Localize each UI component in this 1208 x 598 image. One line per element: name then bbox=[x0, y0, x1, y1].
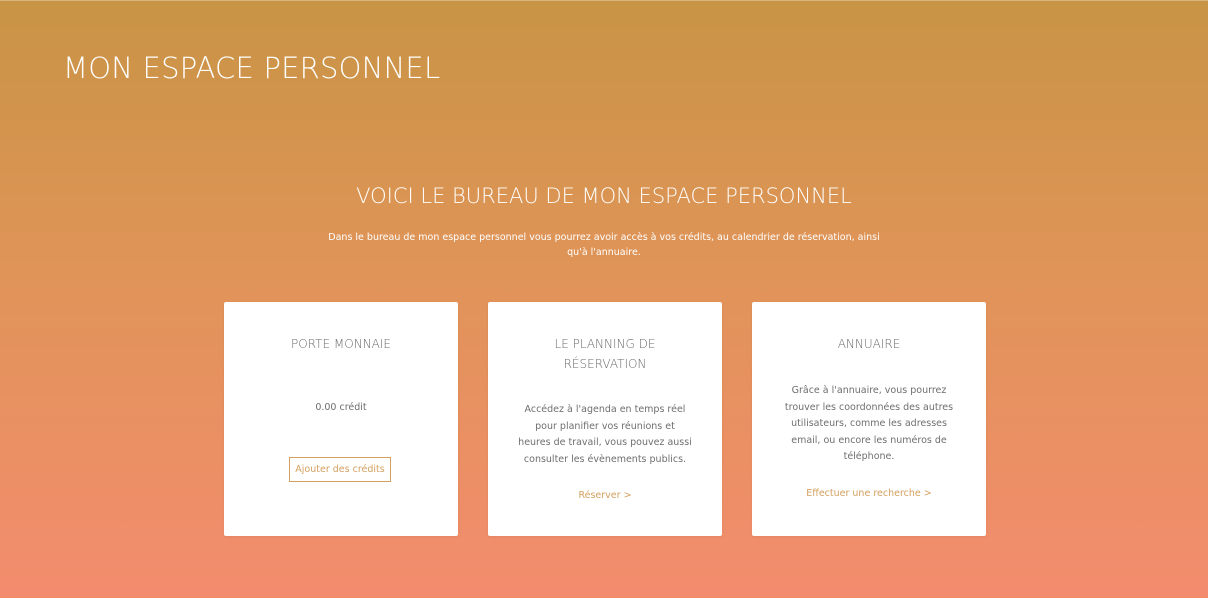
page-title: MON ESPACE PERSONNEL bbox=[63, 51, 441, 85]
credit-balance: 0.00 crédit bbox=[315, 402, 367, 413]
directory-card-title: ANNUAIRE bbox=[837, 337, 901, 351]
planning-card-title: LE PLANNING DE RÉSERVATION bbox=[554, 337, 656, 371]
add-credits-button[interactable]: Ajouter des crédits bbox=[289, 457, 391, 482]
planning-card-text: Accédez à l'agenda en temps réel pour pl… bbox=[518, 404, 692, 465]
wallet-card-title: PORTE MONNAIE bbox=[291, 337, 391, 351]
planning-card: LE PLANNING DE RÉSERVATION Accédez à l'a… bbox=[488, 302, 722, 536]
section-title: VOICI LE BUREAU DE MON ESPACE PERSONNEL bbox=[356, 184, 852, 208]
page: MON ESPACE PERSONNEL VOICI LE BUREAU DE … bbox=[0, 0, 1208, 598]
search-link[interactable]: Effectuer une recherche > bbox=[752, 488, 986, 499]
directory-card-text: Grâce à l'annuaire, vous pourrez trouver… bbox=[784, 385, 954, 462]
wallet-card: PORTE MONNAIE 0.00 crédit Ajouter des cr… bbox=[224, 302, 458, 536]
directory-card: ANNUAIRE Grâce à l'annuaire, vous pourre… bbox=[752, 302, 986, 536]
reserve-link[interactable]: Réserver > bbox=[488, 490, 722, 501]
section-intro: Dans le bureau de mon espace personnel v… bbox=[328, 232, 880, 258]
